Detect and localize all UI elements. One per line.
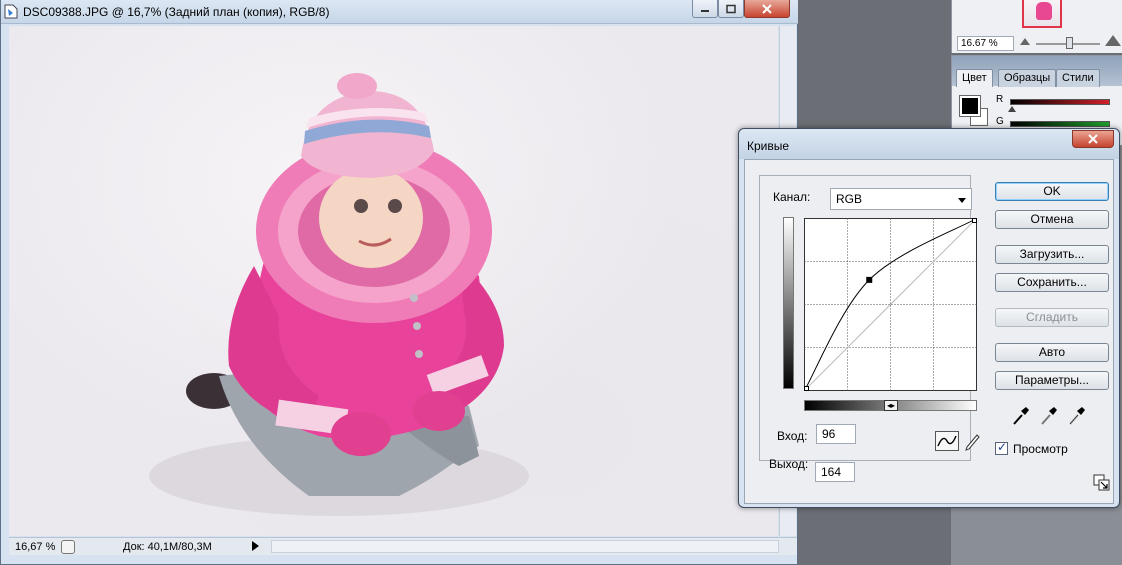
chevron-down-icon	[958, 198, 966, 203]
channel-r-slider[interactable]	[1010, 99, 1110, 105]
black-point-eyedropper-icon[interactable]	[1011, 405, 1031, 427]
close-icon	[1088, 134, 1098, 144]
curve-tool-button[interactable]	[935, 431, 959, 451]
channel-label: Канал:	[773, 190, 811, 204]
photo-child-in-snow	[149, 73, 529, 516]
output-field[interactable]: 164	[815, 462, 855, 482]
curves-title: Кривые	[747, 139, 790, 153]
close-icon	[762, 3, 772, 14]
foreground-color-swatch[interactable]	[959, 95, 981, 117]
input-label: Вход:	[777, 429, 808, 443]
maximize-button[interactable]	[718, 0, 744, 18]
color-panel-tabs: Цвет Образцы Стили	[952, 56, 1122, 87]
curve-graph[interactable]	[804, 218, 977, 391]
navigator-thumbnail[interactable]	[1022, 0, 1062, 28]
maximize-icon	[726, 4, 736, 13]
gray-point-eyedropper-icon[interactable]	[1039, 405, 1059, 427]
channel-select[interactable]: RGB	[830, 188, 972, 210]
thumbnail-preview	[1036, 2, 1052, 20]
gradient-toggle-icon[interactable]: ◂▸	[884, 400, 898, 411]
curves-titlebar[interactable]: Кривые	[739, 129, 1119, 159]
checkmark-icon: ✓	[997, 440, 1008, 454]
preview-label: Просмотр	[1013, 442, 1068, 456]
curve-endpoint[interactable]	[804, 386, 809, 391]
output-label: Выход:	[769, 457, 809, 471]
options-button[interactable]: Параметры...	[995, 371, 1109, 390]
minimize-icon	[701, 9, 709, 12]
status-zoom[interactable]: 16,67 %	[15, 541, 55, 553]
tab-swatches[interactable]: Образцы	[998, 69, 1057, 87]
curve-tool-icon	[937, 435, 957, 447]
smooth-button: Сгладить	[995, 308, 1109, 327]
document-titlebar[interactable]: DSC09388.JPG @ 16,7% (Задний план (копия…	[1, 0, 798, 24]
cancel-button[interactable]: Отмена	[995, 210, 1109, 229]
channel-r-label: R	[996, 94, 1004, 105]
document-window: DSC09388.JPG @ 16,7% (Задний план (копия…	[0, 0, 798, 565]
ok-button[interactable]: OK	[995, 182, 1109, 201]
navigator-panel: 16.67 %	[951, 0, 1122, 53]
image-canvas[interactable]	[9, 26, 778, 536]
status-menu-arrow-icon[interactable]	[252, 541, 259, 551]
channel-g-slider[interactable]	[1010, 121, 1110, 127]
input-field[interactable]: 96	[816, 424, 856, 444]
tab-color[interactable]: Цвет	[956, 69, 993, 87]
curves-dialog: Кривые Канал: RGB ◂▸ Вход: 96 Выход: 164…	[738, 128, 1120, 508]
curves-close-button[interactable]	[1072, 130, 1114, 148]
close-button[interactable]	[744, 0, 790, 18]
minimize-button[interactable]	[692, 0, 718, 18]
pencil-icon	[965, 434, 980, 451]
zoom-out-icon[interactable]	[1020, 38, 1030, 45]
expand-options-icon[interactable]	[1093, 474, 1111, 492]
tab-styles[interactable]: Стили	[1056, 69, 1100, 87]
navigator-zoom-field[interactable]: 16.67 %	[957, 36, 1014, 51]
preview-checkbox[interactable]: ✓	[995, 440, 1008, 455]
navigator-icon[interactable]	[61, 540, 75, 554]
channel-g-label: G	[996, 116, 1004, 127]
channel-r-thumb[interactable]	[1008, 106, 1016, 112]
curve-control-point[interactable]	[866, 276, 873, 283]
white-point-eyedropper-icon[interactable]	[1067, 405, 1087, 427]
photoshop-file-icon	[4, 4, 18, 19]
curves-content: Канал: RGB ◂▸ Вход: 96 Выход: 164 OK Отм…	[744, 159, 1114, 504]
output-gradient-bar	[783, 217, 794, 389]
status-doc-size: Док: 40,1M/80,3M	[123, 541, 212, 553]
channel-select-value: RGB	[836, 192, 863, 206]
status-bar: 16,67 % Док: 40,1M/80,3M	[9, 537, 797, 555]
curves-group-box: Канал: RGB ◂▸ Вход: 96 Выход:	[759, 175, 980, 471]
auto-button[interactable]: Авто	[995, 343, 1109, 362]
curve-endpoint[interactable]	[972, 218, 977, 223]
save-button[interactable]: Сохранить...	[995, 273, 1109, 292]
load-button[interactable]: Загрузить...	[995, 245, 1109, 264]
pencil-tool-button[interactable]	[963, 431, 981, 451]
document-title: DSC09388.JPG @ 16,7% (Задний план (копия…	[23, 5, 330, 19]
horizontal-scrollbar[interactable]	[271, 540, 779, 553]
zoom-slider-thumb[interactable]	[1066, 37, 1073, 49]
zoom-in-icon[interactable]	[1105, 35, 1121, 46]
